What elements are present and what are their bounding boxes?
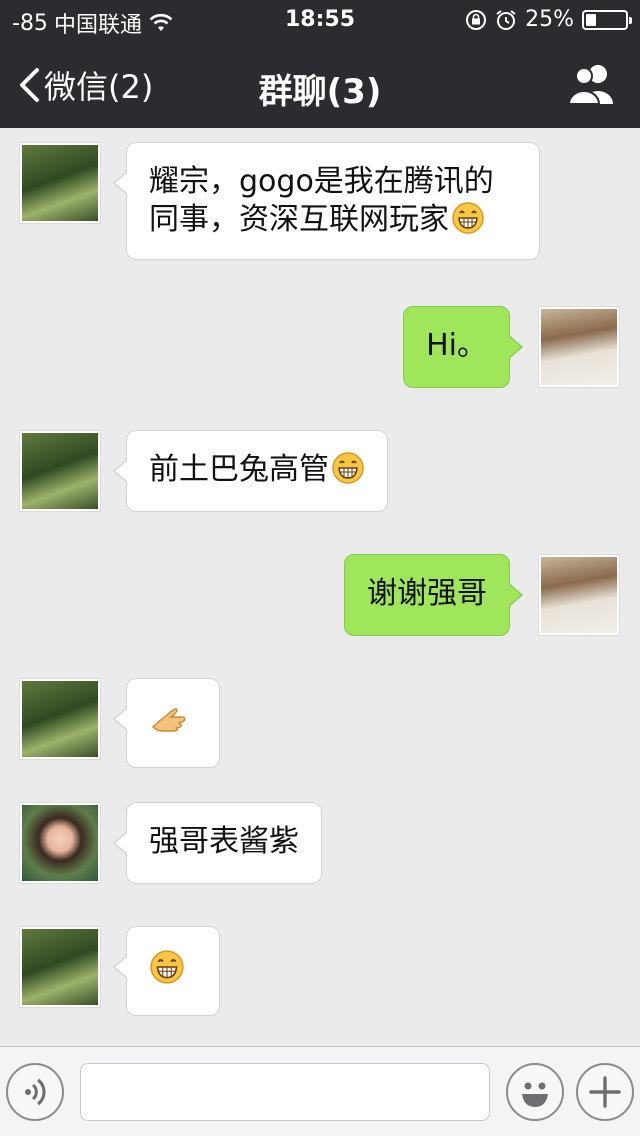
group-members-icon[interactable] <box>566 62 616 106</box>
fist-bump-emoji-icon <box>152 708 186 732</box>
input-bar <box>0 1046 640 1136</box>
message-bubble[interactable]: 谢谢强哥 <box>344 554 523 636</box>
grin-emoji-icon <box>150 950 184 984</box>
message-bubble[interactable]: 耀宗，gogo是我在腾讯的同事，资深互联网玩家 <box>113 142 540 260</box>
self-avatar[interactable] <box>538 306 620 388</box>
woman-avatar[interactable] <box>19 802 101 884</box>
page-title: 群聊(3) <box>258 72 382 112</box>
message-bubble[interactable]: Hi。 <box>403 306 523 388</box>
message-text: 强哥表酱紫 <box>149 824 299 859</box>
top-bar: -85 中国联通 18:55 25% 微信(2) 群聊(3) <box>0 0 640 128</box>
alarm-icon <box>496 9 516 30</box>
emoji-button[interactable] <box>506 1063 564 1121</box>
battery-percent: 25% <box>525 7 574 32</box>
message-text: 前土巴兔高管 <box>149 452 329 487</box>
message-bubble[interactable]: 前土巴兔高管 <box>113 430 388 512</box>
message-text: 谢谢强哥 <box>367 576 487 611</box>
voice-button[interactable] <box>6 1063 64 1121</box>
battery-icon <box>582 9 632 30</box>
grin-emoji-icon <box>452 202 484 234</box>
self-avatar[interactable] <box>538 554 620 636</box>
bamboo-avatar[interactable] <box>19 926 101 1008</box>
navigation-bar: 微信(2) 群聊(3) <box>0 40 640 128</box>
bamboo-avatar[interactable] <box>19 678 101 760</box>
message-bubble[interactable] <box>113 926 220 1016</box>
bamboo-avatar[interactable] <box>19 430 101 512</box>
chat-area[interactable]: 耀宗，gogo是我在腾讯的同事，资深互联网玩家 Hi。 前土巴兔高管 谢谢强哥 <box>0 128 640 1046</box>
bamboo-avatar[interactable] <box>19 142 101 224</box>
rotation-lock-icon <box>466 9 487 30</box>
voice-icon <box>25 1078 46 1106</box>
grin-emoji-icon <box>332 452 364 484</box>
message-bubble[interactable] <box>113 678 220 768</box>
plus-icon <box>589 1076 621 1108</box>
message-text: Hi。 <box>426 328 487 363</box>
emoji-icon <box>522 1082 548 1107</box>
message-input[interactable] <box>80 1063 490 1121</box>
plus-button[interactable] <box>576 1063 634 1121</box>
status-bar: -85 中国联通 18:55 25% <box>0 0 640 40</box>
message-bubble[interactable]: 强哥表酱紫 <box>113 802 322 884</box>
message-text: 耀宗，gogo是我在腾讯的同事，资深互联网玩家 <box>149 164 494 237</box>
